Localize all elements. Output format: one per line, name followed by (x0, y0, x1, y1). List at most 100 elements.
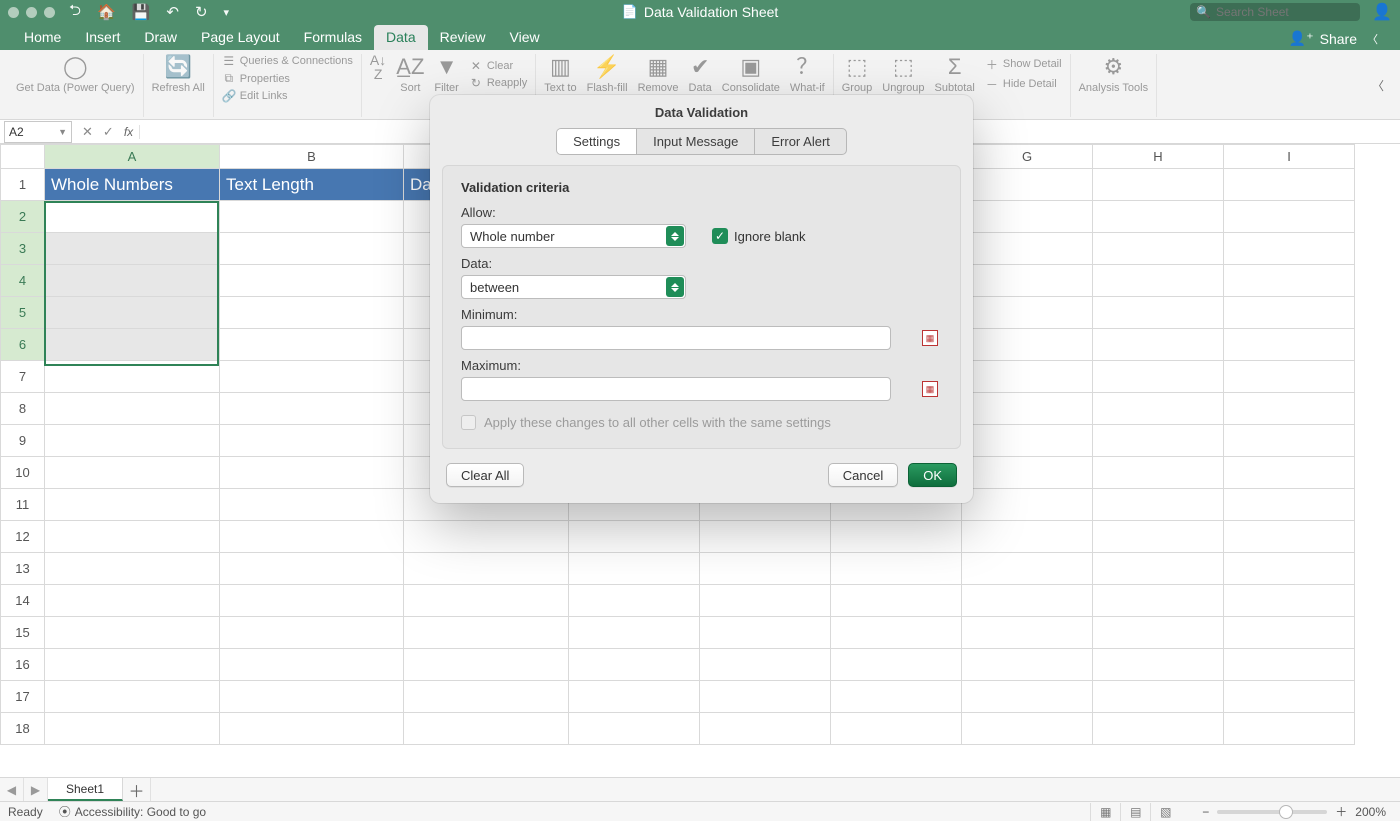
col-header-I[interactable]: I (1224, 145, 1355, 169)
range-picker-icon[interactable]: ▦ (922, 330, 938, 346)
cell[interactable] (45, 233, 220, 265)
cell[interactable] (1224, 489, 1355, 521)
cell[interactable] (404, 681, 569, 713)
tab-draw[interactable]: Draw (132, 25, 189, 50)
clear-all-button[interactable]: Clear All (446, 463, 524, 487)
cell[interactable] (45, 457, 220, 489)
cell[interactable] (569, 617, 700, 649)
row-header[interactable]: 17 (1, 681, 45, 713)
dialog-tab-settings[interactable]: Settings (557, 129, 637, 154)
cell[interactable] (1093, 521, 1224, 553)
cell[interactable] (404, 649, 569, 681)
fx-icon[interactable]: fx (124, 125, 140, 139)
zoom-level[interactable]: 200% (1355, 805, 1386, 819)
cell[interactable] (1093, 681, 1224, 713)
cell[interactable] (1224, 649, 1355, 681)
cell[interactable] (962, 617, 1093, 649)
tab-view[interactable]: View (498, 25, 552, 50)
cell[interactable] (220, 201, 404, 233)
cell[interactable] (1093, 393, 1224, 425)
cell[interactable] (220, 585, 404, 617)
collapse-ribbon-icon[interactable]: 〈 (1367, 31, 1378, 47)
cell[interactable] (1224, 393, 1355, 425)
row-header[interactable]: 10 (1, 457, 45, 489)
what-if-button[interactable]: ？What-if (790, 54, 825, 95)
cell[interactable] (220, 521, 404, 553)
cell[interactable] (700, 521, 831, 553)
group-button[interactable]: ⬚Group (842, 54, 873, 95)
cell[interactable] (962, 521, 1093, 553)
cell[interactable] (1093, 233, 1224, 265)
cell[interactable] (700, 713, 831, 745)
home-icon[interactable]: 🏠 (97, 3, 116, 21)
zoom-in-button[interactable]: ＋ (1335, 803, 1347, 820)
cell[interactable] (962, 649, 1093, 681)
sheet-next-icon[interactable]: ▶ (24, 778, 48, 801)
cell[interactable] (569, 585, 700, 617)
cell[interactable] (220, 489, 404, 521)
refresh-all-button[interactable]: 🔄Refresh All (152, 54, 205, 95)
cell[interactable] (1224, 681, 1355, 713)
cell[interactable] (45, 201, 220, 233)
row-header[interactable]: 12 (1, 521, 45, 553)
cell[interactable] (700, 649, 831, 681)
cell[interactable] (1093, 201, 1224, 233)
tab-page-layout[interactable]: Page Layout (189, 25, 292, 50)
cell[interactable] (962, 297, 1093, 329)
cell[interactable] (1224, 553, 1355, 585)
text-to-columns-button[interactable]: ▥Text to (544, 54, 576, 95)
hide-detail-button[interactable]: －Hide Detail (985, 76, 1062, 93)
col-header-B[interactable]: B (220, 145, 404, 169)
reapply-button[interactable]: ↻Reapply (469, 76, 527, 90)
remove-duplicates-button[interactable]: ▦Remove (638, 54, 679, 95)
cell[interactable] (1224, 233, 1355, 265)
cell[interactable] (1224, 329, 1355, 361)
data-select[interactable]: between (461, 275, 686, 299)
show-detail-button[interactable]: ＋Show Detail (985, 56, 1062, 73)
sort-az-button[interactable]: A↓Z (370, 54, 386, 95)
cell[interactable] (1093, 169, 1224, 201)
get-data-button[interactable]: ◯Get Data (Power Query) (16, 54, 135, 95)
tab-insert[interactable]: Insert (73, 25, 132, 50)
cell[interactable] (1224, 361, 1355, 393)
chevron-down-icon[interactable]: ▼ (58, 127, 67, 137)
save-icon[interactable]: 💾 (132, 3, 151, 21)
cell[interactable] (831, 617, 962, 649)
cell[interactable] (569, 713, 700, 745)
cell[interactable] (404, 553, 569, 585)
cell[interactable] (1093, 457, 1224, 489)
cell[interactable] (1093, 553, 1224, 585)
cell[interactable] (1093, 265, 1224, 297)
col-header-G[interactable]: G (962, 145, 1093, 169)
cell[interactable] (45, 553, 220, 585)
cell[interactable] (404, 521, 569, 553)
analysis-tools-button[interactable]: ⚙︎Analysis Tools (1079, 54, 1149, 95)
cell[interactable] (1093, 329, 1224, 361)
cell[interactable] (831, 521, 962, 553)
undo-icon[interactable]: ↶ (166, 3, 179, 21)
cell[interactable] (45, 521, 220, 553)
cell[interactable] (220, 681, 404, 713)
edit-links-button[interactable]: 🔗Edit Links (222, 89, 353, 103)
select-all-corner[interactable] (1, 145, 45, 169)
cancel-formula-icon[interactable]: ✕ (82, 124, 93, 140)
cell[interactable] (220, 617, 404, 649)
cell[interactable] (962, 361, 1093, 393)
ribbon-collapse-icon[interactable]: 〈 (1364, 77, 1392, 94)
view-normal-icon[interactable]: ▦ (1090, 803, 1120, 821)
row-header[interactable]: 4 (1, 265, 45, 297)
cell[interactable] (45, 329, 220, 361)
cell[interactable] (831, 553, 962, 585)
cell[interactable] (45, 393, 220, 425)
add-sheet-button[interactable]: ＋ (123, 778, 151, 801)
cell[interactable] (220, 265, 404, 297)
cell[interactable] (831, 585, 962, 617)
window-controls[interactable] (8, 7, 55, 18)
view-page-break-icon[interactable]: ▧ (1150, 803, 1180, 821)
cell[interactable] (1093, 713, 1224, 745)
cell[interactable] (700, 617, 831, 649)
cell[interactable]: Whole Numbers (45, 169, 220, 201)
view-page-layout-icon[interactable]: ▤ (1120, 803, 1150, 821)
accept-formula-icon[interactable]: ✓ (103, 124, 114, 140)
cell[interactable] (831, 649, 962, 681)
